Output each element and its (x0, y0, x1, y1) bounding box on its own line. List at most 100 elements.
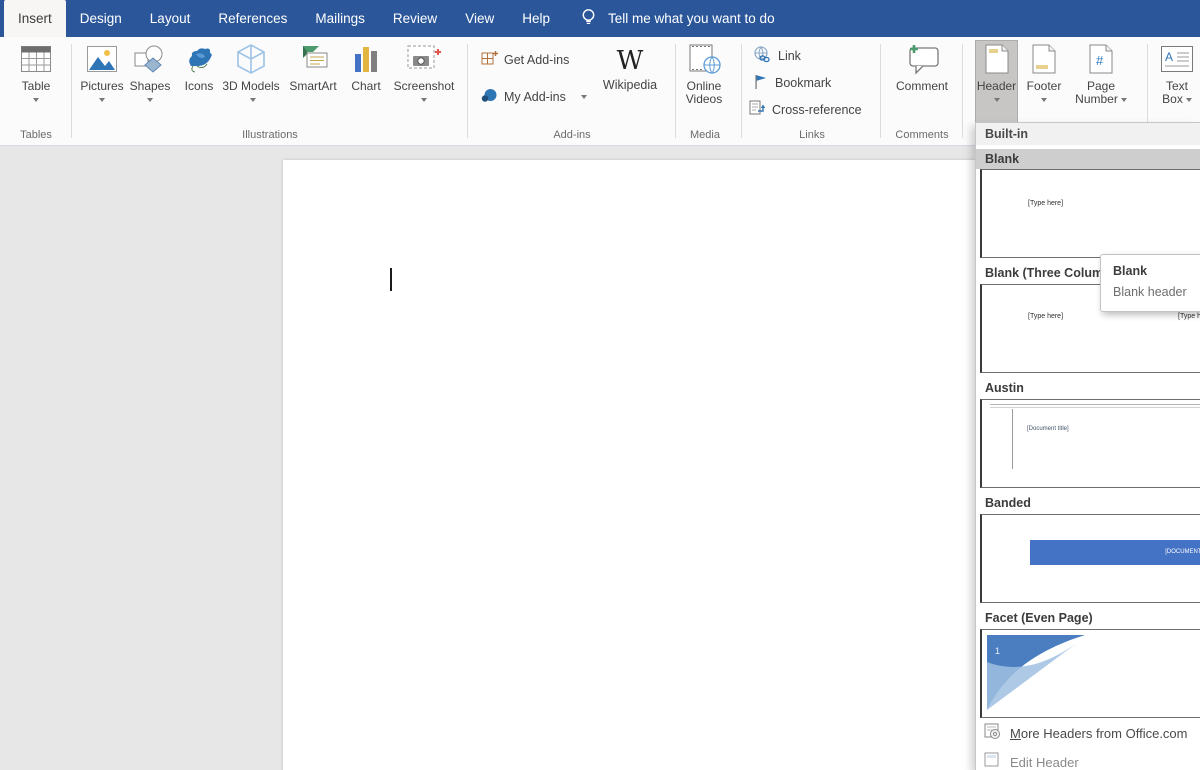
tab-references[interactable]: References (204, 0, 301, 37)
footer-icon (1031, 40, 1057, 78)
gallery-item-banded-label: Banded (976, 488, 1200, 514)
online-videos-icon (686, 40, 722, 78)
group-separator (741, 44, 742, 138)
group-label-links: Links (746, 129, 878, 141)
pictures-button[interactable]: Pictures (80, 40, 124, 124)
chart-label: Chart (351, 80, 380, 93)
facet-triangle-graphic: 1 (982, 630, 1117, 715)
shapes-label: Shapes (130, 80, 171, 93)
gallery-item-austin[interactable]: [Document title] (980, 399, 1200, 488)
comment-button[interactable]: Comment (890, 40, 954, 124)
header-button[interactable]: Header (975, 40, 1018, 124)
tell-me-box[interactable]: Tell me what you want to do (580, 0, 775, 37)
my-addins-label: My Add-ins (504, 90, 566, 104)
gallery-item-facet[interactable]: 1 (980, 629, 1200, 718)
ribbon-tab-bar: Insert Design Layout References Mailings… (0, 0, 1200, 37)
3d-models-button[interactable]: 3D Models (222, 40, 280, 124)
page-number-button[interactable]: # Page Number (1072, 40, 1130, 124)
word-window: Insert Design Layout References Mailings… (0, 0, 1200, 770)
tab-layout[interactable]: Layout (136, 0, 205, 37)
icons-label: Icons (185, 80, 214, 93)
chevron-down-icon (1041, 98, 1047, 102)
placeholder-text: [Document title] (1027, 426, 1069, 432)
text-box-label: Text Box (1156, 80, 1198, 106)
text-cursor (390, 268, 392, 291)
tab-insert[interactable]: Insert (4, 0, 66, 37)
chevron-down-icon (1186, 98, 1192, 102)
bookmark-button[interactable]: Bookmark (753, 73, 831, 93)
text-box-icon: A (1160, 40, 1194, 78)
group-separator (962, 44, 963, 138)
get-addins-button[interactable]: Get Add-ins (481, 50, 569, 70)
screenshot-button[interactable]: Screenshot (392, 40, 456, 124)
icons-bird-icon (183, 40, 215, 78)
shapes-icon (133, 40, 167, 78)
group-separator (71, 44, 72, 138)
austin-rule-line (990, 404, 1200, 405)
icons-button[interactable]: Icons (180, 40, 218, 124)
group-label-tables: Tables (0, 129, 72, 141)
svg-text:A: A (1165, 50, 1173, 64)
lightbulb-icon (580, 8, 597, 30)
footer-button[interactable]: Footer (1022, 40, 1066, 124)
more-headers-menu-item[interactable]: More Headers from Office.com (976, 718, 1200, 747)
pictures-icon (86, 40, 118, 78)
svg-text:1: 1 (995, 646, 1000, 656)
gallery-item-austin-label: Austin (976, 373, 1200, 399)
more-headers-label: More Headers from Office.com (1010, 726, 1188, 741)
gallery-section-title: Built-in (976, 123, 1200, 145)
chevron-down-icon (421, 98, 427, 102)
cross-reference-button[interactable]: Cross-reference (748, 99, 862, 120)
edit-header-menu-item[interactable]: Edit Header (976, 747, 1200, 770)
table-button[interactable]: Table (12, 40, 60, 124)
group-separator (675, 44, 676, 138)
bookmark-label: Bookmark (775, 76, 831, 90)
austin-rule-line (990, 407, 1200, 408)
text-box-button[interactable]: A Text Box (1156, 40, 1198, 124)
blank-header-tooltip: Blank Blank header (1100, 254, 1200, 312)
group-separator (467, 44, 468, 138)
gallery-item-blank-label: Blank (976, 149, 1200, 169)
screenshot-camera-icon (406, 40, 442, 78)
tab-help[interactable]: Help (508, 0, 564, 37)
group-separator (880, 44, 881, 138)
office-com-icon (984, 723, 1001, 743)
pictures-label: Pictures (80, 80, 123, 93)
gallery-item-banded[interactable]: [DOCUMENT TITLE] (980, 514, 1200, 603)
header-gallery-dropdown: Built-in Blank [Type here] Blank (Three … (975, 122, 1200, 770)
edit-header-icon (984, 752, 1001, 770)
bar-chart-icon (351, 40, 381, 78)
gallery-item-blank[interactable]: [Type here] (980, 169, 1200, 258)
chart-button[interactable]: Chart (346, 40, 386, 124)
table-label: Table (22, 80, 51, 93)
document-page[interactable] (283, 160, 975, 770)
tab-mailings[interactable]: Mailings (301, 0, 379, 37)
group-label-illustrations: Illustrations (76, 129, 464, 141)
my-addins-button[interactable]: My Add-ins (481, 88, 587, 106)
comment-icon (902, 40, 942, 78)
tab-view[interactable]: View (451, 0, 508, 37)
smartart-button[interactable]: SmartArt (286, 40, 340, 124)
header-label: Header (977, 80, 1016, 93)
bookmark-flag-icon (753, 73, 769, 93)
group-label-media: Media (676, 129, 734, 141)
wikipedia-button[interactable]: W Wikipedia (598, 45, 662, 129)
chevron-down-icon (581, 95, 587, 99)
svg-text:#: # (1096, 53, 1104, 68)
footer-label: Footer (1027, 80, 1062, 93)
shapes-button[interactable]: Shapes (127, 40, 173, 124)
tab-review[interactable]: Review (379, 0, 451, 37)
tooltip-description: Blank header (1113, 285, 1200, 299)
page-number-icon: # (1088, 40, 1114, 78)
group-label-addins: Add-ins (472, 129, 672, 141)
my-addins-icon (481, 88, 498, 106)
link-button[interactable]: Link (753, 46, 801, 66)
3d-cube-icon (234, 40, 268, 78)
3d-models-label: 3D Models (222, 80, 280, 106)
cross-reference-icon (748, 99, 766, 120)
banded-blue-bar: [DOCUMENT TITLE] (1030, 540, 1200, 565)
austin-side-line (1012, 409, 1013, 469)
online-videos-button[interactable]: Online Videos (678, 40, 730, 124)
tell-me-label: Tell me what you want to do (608, 11, 775, 26)
tab-design[interactable]: Design (66, 0, 136, 37)
